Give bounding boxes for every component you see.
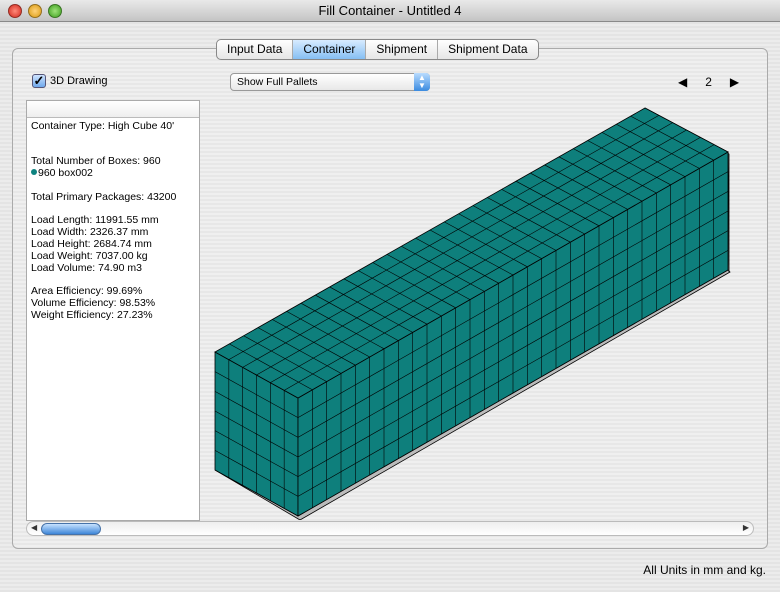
pager: ◀ 2 ▶ — [678, 75, 739, 89]
3d-drawing-checkbox[interactable]: ✓ 3D Drawing — [32, 74, 107, 88]
tab-bar: Input Data Container Shipment Shipment D… — [216, 39, 539, 60]
info-header — [27, 101, 199, 118]
load-weight: Load Weight: 7037.00 kg — [31, 249, 148, 262]
page-number: 2 — [705, 75, 712, 89]
horizontal-scrollbar[interactable]: ◀ ▶ — [26, 521, 754, 536]
3d-drawing-label: 3D Drawing — [50, 75, 108, 87]
tab-shipment[interactable]: Shipment — [366, 40, 439, 59]
minimize-button[interactable] — [28, 4, 42, 18]
view-select-value: Show Full Pallets — [237, 76, 318, 88]
tab-container[interactable]: Container — [293, 40, 367, 59]
box-color-dot-icon — [31, 169, 37, 176]
title-bar: Fill Container - Untitled 4 — [0, 0, 780, 22]
updown-arrows-icon: ▲ ▼ — [414, 73, 430, 91]
total-packages: Total Primary Packages: 43200 — [31, 190, 177, 203]
next-page-button[interactable]: ▶ — [730, 75, 739, 89]
load-volume: Load Volume: 74.90 m3 — [31, 261, 142, 274]
scroll-left-icon[interactable]: ◀ — [31, 523, 37, 532]
scroll-right-icon[interactable]: ▶ — [743, 523, 749, 532]
volume-efficiency: Volume Efficiency: 98.53% — [31, 296, 156, 309]
tab-input-data[interactable]: Input Data — [217, 40, 294, 59]
weight-efficiency: Weight Efficiency: 27.23% — [31, 308, 153, 321]
info-panel: Container Type: High Cube 40' Total Numb… — [26, 100, 200, 521]
prev-page-button[interactable]: ◀ — [678, 75, 687, 89]
container-type: Container Type: High Cube 40' — [31, 120, 175, 132]
scroll-thumb[interactable] — [41, 523, 101, 535]
view-select[interactable]: Show Full Pallets ▲ ▼ — [230, 73, 430, 91]
close-button[interactable] — [8, 4, 22, 18]
zoom-button[interactable] — [48, 4, 62, 18]
container-3d-drawing — [214, 107, 731, 520]
window-title: Fill Container - Untitled 4 — [318, 3, 462, 18]
units-status: All Units in mm and kg. — [643, 563, 766, 577]
box-item: 960 box002 — [31, 167, 195, 180]
tab-shipment-data[interactable]: Shipment Data — [438, 40, 537, 59]
load-height: Load Height: 2684.74 mm — [31, 237, 152, 250]
checkmark-icon: ✓ — [32, 73, 46, 88]
